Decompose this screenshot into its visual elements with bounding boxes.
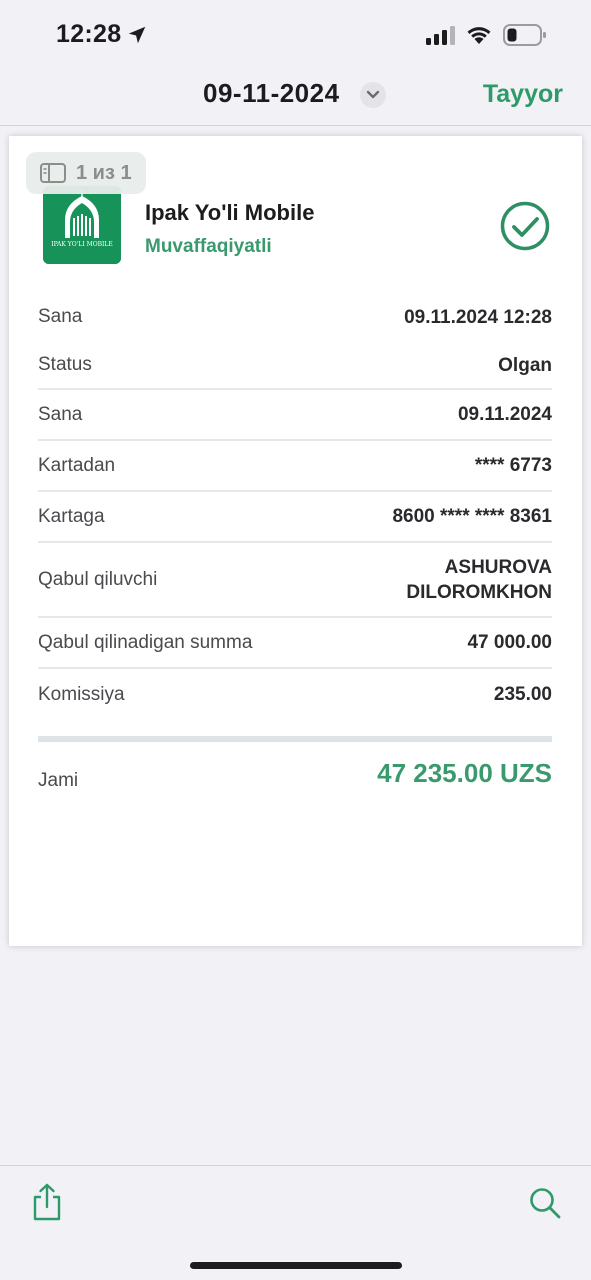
detail-value: ASHUROVA DILOROMKHON [406, 556, 552, 603]
detail-row: Qabul qiluvchi ASHUROVA DILOROMKHON [38, 543, 552, 618]
detail-value: 47 000.00 [467, 632, 552, 653]
detail-row: Kartaga 8600 **** **** 8361 [38, 492, 552, 543]
detail-label: Kartaga [38, 505, 105, 527]
home-indicator[interactable] [190, 1262, 402, 1269]
title-menu-button[interactable] [360, 82, 386, 108]
detail-label: Sana [38, 306, 83, 327]
detail-row: Komissiya 235.00 [38, 669, 552, 720]
battery-icon [503, 24, 546, 46]
page-count-badge: 1 из 1 [26, 152, 146, 194]
detail-label: Status [38, 354, 92, 375]
page-icon [40, 163, 66, 183]
page-count: 1 из 1 [76, 161, 132, 184]
detail-label: Komissiya [38, 683, 125, 705]
detail-row: Status Olgan [38, 342, 552, 390]
transaction-status: Muvaffaqiyatli [145, 236, 272, 257]
detail-value: **** 6773 [474, 455, 552, 476]
detail-row: Kartadan **** 6773 [38, 441, 552, 492]
detail-value: 09.11.2024 [457, 404, 552, 425]
detail-label: Sana [38, 403, 83, 425]
detail-value: 09.11.2024 12:28 [404, 306, 552, 328]
app-logo: IPAK YO'LI MOBILE [43, 186, 121, 264]
app-name: Ipak Yo'li Mobile [145, 200, 315, 225]
details-list: Sana 09.11.2024 12:28 Status Olgan Sana … [38, 292, 552, 720]
logo-text: IPAK YO'LI MOBILE [51, 241, 113, 248]
receipt-card: IPAK YO'LI MOBILE 1 из 1 Ipak Yo'li Mobi… [9, 136, 582, 946]
done-button[interactable]: Tayyor [483, 80, 563, 109]
location-arrow-icon [128, 26, 146, 44]
status-time: 12:28 [56, 20, 122, 48]
search-icon[interactable] [528, 1186, 562, 1220]
detail-value: 235.00 [493, 684, 552, 705]
detail-label: Qabul qilinadigan summa [38, 631, 253, 653]
detail-row: Sana 09.11.2024 12:28 [38, 292, 552, 342]
detail-row: Qabul qilinadigan summa 47 000.00 [38, 618, 552, 669]
detail-value: 8600 **** **** 8361 [392, 506, 552, 527]
total-value: 47 235.00 UZS [377, 758, 552, 788]
wifi-icon [467, 27, 491, 44]
app-logo-mark: IPAK YO'LI MOBILE [43, 186, 121, 264]
status-bar: 12:28 [0, 0, 591, 70]
detail-label: Qabul qiluvchi [38, 568, 158, 590]
signal-icon [426, 26, 455, 45]
detail-label: Kartadan [38, 454, 116, 476]
share-icon[interactable] [30, 1182, 64, 1222]
page-title[interactable]: 09-11-2024 [203, 78, 340, 109]
detail-row: Sana 09.11.2024 [38, 390, 552, 441]
total-divider [38, 736, 552, 742]
chevron-down-icon [366, 90, 380, 99]
detail-value: Olgan [498, 354, 552, 376]
total-label: Jami [38, 770, 79, 791]
nav-bar: 09-11-2024 Tayyor [0, 70, 591, 126]
bottom-toolbar [0, 1165, 591, 1280]
check-circle-icon [500, 201, 550, 251]
